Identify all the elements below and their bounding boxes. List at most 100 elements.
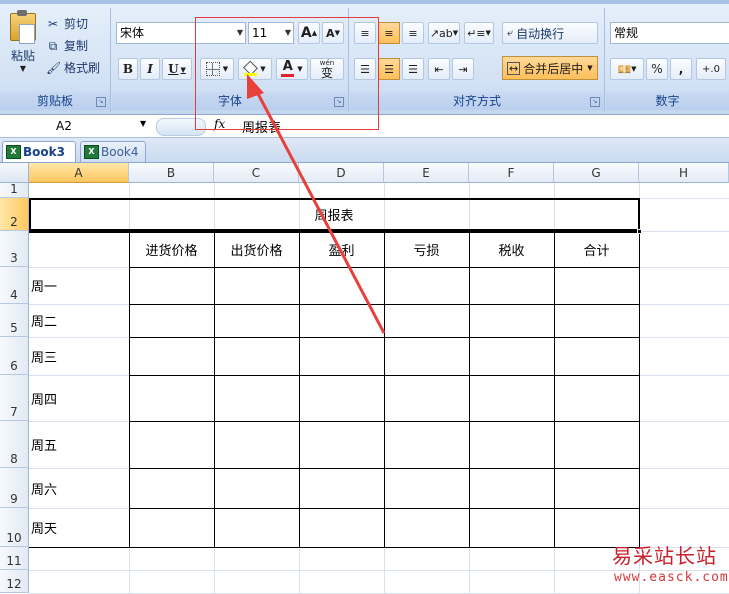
align-middle-button[interactable]: ≡ [378,22,400,44]
day-label-cell[interactable]: 周天 [31,508,129,547]
row-header-2[interactable]: 2 [0,198,29,231]
row-header-6[interactable]: 6 [0,337,29,375]
paste-label: 粘贴 [10,49,35,63]
day-label-cell[interactable]: 周二 [31,304,129,337]
formula-content[interactable]: 周报表 [242,117,281,136]
dialog-launcher-icon[interactable]: ↘ [590,97,600,107]
row-header-9[interactable]: 9 [0,468,29,508]
merge-center-button[interactable]: ↔ 合并后居中 ▼ [502,56,598,80]
decrease-indent-button[interactable]: ⇤ [428,58,450,80]
align-right-button[interactable]: ☰ [402,58,424,80]
align-top-button[interactable]: ≡ [354,22,376,44]
border-line [129,337,640,338]
header-cell[interactable]: 税收 [469,231,554,267]
dialog-launcher-icon[interactable]: ↘ [334,97,344,107]
border-line [129,304,640,305]
column-header-f[interactable]: F [469,163,554,183]
align-bottom-button[interactable]: ≡ [402,22,424,44]
cut-button[interactable]: ✂ 剪切 [46,14,88,34]
chevron-down-icon: ▼ [236,28,243,37]
italic-icon: I [147,62,153,76]
excel-file-icon: X [6,145,21,159]
dialog-launcher-icon[interactable]: ↘ [96,97,106,107]
ribbon: 粘贴 ▼ ✂ 剪切 ⧉ 复制 🖌 格式刷 剪贴板 ↘ 宋体 ▼ 11 ▼ A ▲ A ▼ … [0,0,729,115]
merge-cells-icon: ↔ [507,61,521,75]
border-line [129,421,640,422]
wrap-text-button[interactable]: ⤶ 自动换行 [502,22,598,44]
paste-button[interactable]: 粘贴 ▼ [3,10,43,74]
increase-decimal-icon: +.0 [702,63,720,75]
tab-book4[interactable]: X Book4 [80,141,146,162]
day-label-cell[interactable]: 周五 [31,421,129,468]
number-format-combo[interactable]: 常规 [610,22,729,44]
chevron-down-icon[interactable]: ▼ [140,119,146,128]
text-direction-icon: ↵≡ [467,26,486,40]
shrink-font-icon: A [326,26,335,40]
header-cell[interactable]: 进货价格 [129,231,214,267]
column-header-c[interactable]: C [214,163,299,183]
format-painter-button[interactable]: 🖌 格式刷 [46,58,100,78]
formula-splitter[interactable] [156,118,206,136]
column-header-d[interactable]: D [299,163,384,183]
row-header-11[interactable]: 11 [0,547,29,570]
italic-button[interactable]: I [140,58,160,80]
header-cell[interactable]: 盈利 [299,231,384,267]
underline-icon: U [168,62,179,76]
border-line [129,508,640,509]
increase-decimal-button[interactable]: +.0 [696,58,726,80]
increase-indent-button[interactable]: ⇥ [452,58,474,80]
header-cell[interactable]: 合计 [554,231,639,267]
row-header-5[interactable]: 5 [0,304,29,337]
copy-button[interactable]: ⧉ 复制 [46,36,88,56]
orientation-button[interactable]: ↗ab ▼ [428,22,460,44]
align-center-button[interactable]: ☰ [378,58,400,80]
border-line [469,231,470,547]
underline-button[interactable]: U ▼ [162,58,192,80]
row-header-8[interactable]: 8 [0,421,29,468]
row-header-7[interactable]: 7 [0,375,29,421]
column-header-e[interactable]: E [384,163,469,183]
row-header-3[interactable]: 3 [0,231,29,267]
paintbrush-icon: 🖌 [46,61,62,75]
column-header-a[interactable]: A [29,163,129,183]
column-header-b[interactable]: B [129,163,214,183]
header-cell[interactable]: 出货价格 [214,231,299,267]
border-line [129,375,640,376]
day-label-cell[interactable]: 周六 [31,468,129,508]
grow-font-icon: A [300,25,312,41]
row-header-4[interactable]: 4 [0,267,29,304]
day-label-cell[interactable]: 周一 [31,267,129,304]
indent-direction-button[interactable]: ↵≡ ▼ [464,22,494,44]
worksheet-grid[interactable]: A B C D E F G H 1 2 3 4 5 6 7 8 9 10 11 12 周报表 进货价格 出货价格 盈利 亏损 税收… [0,163,729,594]
column-header-h[interactable]: H [639,163,729,183]
bold-button[interactable]: B [118,58,138,80]
font-color-button[interactable]: A ▼ [276,58,308,80]
tab-book3[interactable]: X Book3 * [2,141,76,179]
name-box[interactable]: A2 [0,116,148,136]
align-right-icon: ☰ [408,62,418,76]
merged-title-cell[interactable]: 周报表 [29,198,639,231]
align-left-button[interactable]: ☰ [354,58,376,80]
phonetic-button[interactable]: wén 变 [310,58,344,80]
alignment-group: ≡ ≡ ≡ ↗ab ▼ ↵≡ ▼ ⤶ 自动换行 ☰ ☰ ☰ ⇤ ⇥ ↔ 合并后居中 ▼ 对… [350,8,605,112]
day-label-cell[interactable]: 周四 [31,375,129,421]
percent-button[interactable]: % [646,58,668,80]
border-line [129,468,640,469]
header-cell[interactable]: 亏损 [384,231,469,267]
select-all-corner[interactable] [0,163,29,183]
function-icon[interactable]: fx [214,117,225,131]
grow-font-button[interactable]: A ▲ [298,22,320,44]
shrink-font-button[interactable]: A ▼ [322,22,344,44]
row-header-1[interactable]: 1 [0,182,29,198]
column-header-g[interactable]: G [554,163,639,183]
fill-color-button[interactable]: ▼ [238,58,272,80]
row-header-12[interactable]: 12 [0,570,29,593]
number-format-value: 常规 [614,26,639,40]
font-name-combo[interactable]: 宋体 ▼ [116,22,246,44]
borders-button[interactable]: ▼ [200,58,234,80]
accounting-format-button[interactable]: 💴 ▼ [610,58,644,80]
font-size-combo[interactable]: 11 ▼ [248,22,294,44]
row-header-10[interactable]: 10 [0,508,29,547]
comma-button[interactable]: , [670,58,692,80]
day-label-cell[interactable]: 周三 [31,337,129,375]
